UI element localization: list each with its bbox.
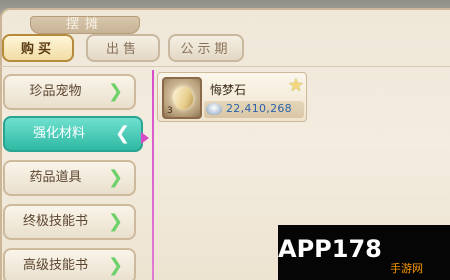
chevron-right-icon: ❯	[108, 81, 124, 102]
tab-divider	[0, 66, 450, 67]
category-ultimate-skill-books[interactable]: 终极技能书 ❯	[3, 204, 136, 240]
watermark-subtitle: 手游网	[390, 262, 423, 275]
tab-buy[interactable]: 购买	[2, 34, 74, 62]
category-sidebar: 珍品宠物 ❯ 强化材料 ❮ 药品道具 ❯ 终极技能书 ❯ 高级技能书 ❯	[0, 72, 152, 280]
price-row: 22,410,268	[204, 101, 304, 118]
category-advanced-skill-books[interactable]: 高级技能书 ❯	[3, 248, 136, 280]
category-enhance-materials[interactable]: 强化材料 ❮	[3, 116, 143, 152]
dream-stone-icon: 3	[162, 77, 202, 119]
category-label: 药品道具	[29, 170, 82, 185]
chevron-right-icon: ❯	[108, 167, 124, 188]
category-potions[interactable]: 药品道具 ❯	[3, 160, 136, 196]
silver-ingot-icon	[206, 103, 222, 115]
window-title: 摆摊	[30, 16, 140, 34]
category-label: 高级技能书	[22, 258, 88, 273]
watermark-logo: APP178	[278, 235, 382, 263]
chevron-right-icon: ❯	[108, 211, 124, 232]
chevron-left-icon: ❮	[115, 123, 131, 144]
item-quantity: 3	[167, 106, 173, 116]
active-indicator	[141, 132, 149, 144]
item-price: 22,410,268	[226, 102, 292, 115]
category-label: 终极技能书	[22, 214, 88, 229]
category-label: 强化材料	[32, 126, 85, 141]
chevron-right-icon: ❯	[108, 255, 124, 276]
item-card[interactable]: 3 悔梦石 ★ 22,410,268	[157, 72, 307, 122]
star-icon[interactable]: ★	[286, 76, 306, 96]
gem-shape	[169, 83, 197, 113]
tab-bar: 购买 出售 公示期	[0, 34, 450, 62]
tab-notice[interactable]: 公示期	[168, 34, 244, 62]
tab-sell[interactable]: 出售	[86, 34, 160, 62]
category-label: 珍品宠物	[29, 84, 82, 99]
panel-divider	[152, 70, 154, 280]
item-name: 悔梦石	[210, 83, 247, 97]
category-rare-pets[interactable]: 珍品宠物 ❯	[3, 74, 136, 110]
